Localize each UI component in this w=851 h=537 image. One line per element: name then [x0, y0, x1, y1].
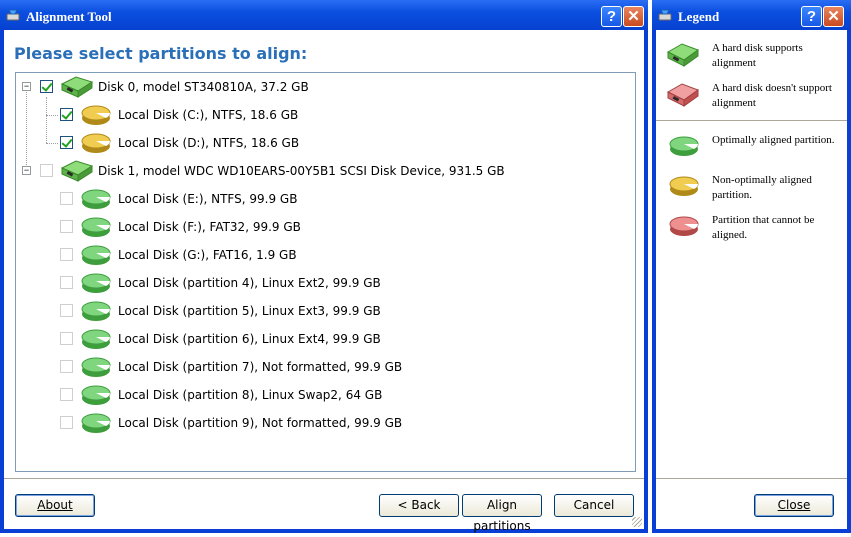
tree-item-label: Disk 0, model ST340810A, 37.2 GB — [98, 80, 309, 94]
tree-item-label: Disk 1, model WDC WD10EARS-00Y5B1 SCSI D… — [98, 164, 505, 178]
tree-partition-row[interactable]: Local Disk (C:), NTFS, 18.6 GB — [16, 101, 635, 129]
hard-disk-red-icon — [666, 83, 700, 107]
partition-green-icon — [80, 188, 112, 213]
partition-green-icon — [80, 272, 112, 297]
legend-text: Non-optimally aligned partition. — [712, 174, 812, 201]
help-button[interactable]: ? — [601, 6, 622, 27]
legend-app-icon — [658, 9, 672, 21]
tree-disk-row[interactable]: − Disk 0, model ST340810A, 37.2 GB — [16, 73, 635, 101]
alignment-app-icon — [6, 9, 20, 21]
tree-item-label: Local Disk (E:), NTFS, 99.9 GB — [118, 192, 298, 206]
hard-disk-icon — [60, 160, 94, 185]
legend-client-area: A hard disk supports alignment A hard di… — [656, 30, 847, 529]
legend-item-disk-supported: A hard disk supports alignment — [656, 38, 847, 74]
legend-item-cannot-align: Partition that cannot be aligned. — [656, 210, 847, 246]
main-client-area: Please select partitions to align: − Disk… — [4, 30, 644, 533]
tree-partition-row[interactable]: Local Disk (E:), NTFS, 99.9 GB — [16, 185, 635, 213]
back-button[interactable]: < Back — [379, 494, 459, 517]
partition-green-icon — [80, 412, 112, 437]
tree-item-label: Local Disk (F:), FAT32, 99.9 GB — [118, 220, 301, 234]
partition-checkbox[interactable] — [60, 108, 73, 121]
legend-divider — [656, 120, 847, 122]
hard-disk-icon — [60, 76, 94, 101]
partition-red-icon — [669, 216, 699, 236]
partition-checkbox[interactable] — [60, 276, 73, 289]
partition-tree[interactable]: − Disk 0, model ST340810A, 37.2 GB Local D… — [15, 72, 636, 472]
partition-green-icon — [80, 244, 112, 269]
align-partitions-button[interactable]: Align partitions — [462, 494, 542, 533]
tree-item-label: Local Disk (G:), FAT16, 1.9 GB — [118, 248, 297, 262]
partition-checkbox[interactable] — [60, 136, 73, 149]
partition-green-icon — [80, 328, 112, 353]
partition-checkbox[interactable] — [40, 80, 53, 93]
legend-item-non-optimal: Non-optimally aligned partition. — [656, 170, 847, 206]
legend-text: Partition that cannot be aligned. — [712, 214, 815, 241]
tree-partition-row[interactable]: Local Disk (G:), FAT16, 1.9 GB — [16, 241, 635, 269]
partition-green-icon — [80, 216, 112, 241]
tree-item-label: Local Disk (D:), NTFS, 18.6 GB — [118, 136, 300, 150]
main-titlebar[interactable]: Alignment Tool ? ✕ — [0, 0, 648, 30]
partition-green-icon — [80, 384, 112, 409]
legend-item-disk-unsupported: A hard disk doesn't support alignment — [656, 78, 847, 114]
partition-checkbox[interactable] — [60, 192, 73, 205]
alignment-tool-window: Alignment Tool ? ✕ Please select partiti… — [0, 0, 648, 533]
tree-item-label: Local Disk (C:), NTFS, 18.6 GB — [118, 108, 299, 122]
tree-item-label: Local Disk (partition 4), Linux Ext2, 99… — [118, 276, 381, 290]
collapse-toggle[interactable]: − — [22, 82, 31, 91]
partition-checkbox[interactable] — [60, 304, 73, 317]
tree-disk-row[interactable]: − Disk 1, model WDC WD10EARS-00Y5B1 SCSI … — [16, 157, 635, 185]
tree-item-label: Local Disk (partition 9), Not formatted,… — [118, 416, 403, 430]
tree-partition-row[interactable]: Local Disk (partition 7), Not formatted,… — [16, 353, 635, 381]
tree-partition-row[interactable]: Local Disk (partition 6), Linux Ext4, 99… — [16, 325, 635, 353]
partition-yellow-icon — [80, 132, 112, 157]
partition-checkbox[interactable] — [60, 360, 73, 373]
legend-item-optimal: Optimally aligned partition. — [656, 130, 847, 166]
legend-text: Optimally aligned partition. — [712, 134, 835, 146]
partition-checkbox[interactable] — [60, 220, 73, 233]
partition-green-icon — [80, 300, 112, 325]
partition-checkbox[interactable] — [60, 416, 73, 429]
about-button[interactable]: About — [15, 494, 95, 517]
footer-divider — [4, 478, 644, 480]
partition-green-icon — [669, 136, 699, 156]
tree-partition-row[interactable]: Local Disk (partition 9), Not formatted,… — [16, 409, 635, 437]
close-window-button[interactable]: ✕ — [623, 6, 644, 27]
partition-checkbox[interactable] — [60, 388, 73, 401]
tree-partition-row[interactable]: Local Disk (partition 8), Linux Swap2, 6… — [16, 381, 635, 409]
tree-partition-row[interactable]: Local Disk (F:), FAT32, 99.9 GB — [16, 213, 635, 241]
tree-partition-row[interactable]: Local Disk (D:), NTFS, 18.6 GB — [16, 129, 635, 157]
legend-close-button[interactable]: Close — [754, 494, 834, 517]
legend-titlebar[interactable]: Legend ? ✕ — [652, 0, 851, 30]
legend-title: Legend — [678, 9, 720, 24]
tree-item-label: Local Disk (partition 6), Linux Ext4, 99… — [118, 332, 381, 346]
tree-item-label: Local Disk (partition 8), Linux Swap2, 6… — [118, 388, 383, 402]
legend-text: A hard disk supports alignment — [712, 42, 803, 69]
collapse-toggle[interactable]: − — [22, 166, 31, 175]
partition-yellow-icon — [80, 104, 112, 129]
partition-checkbox[interactable] — [60, 332, 73, 345]
legend-text: A hard disk doesn't support alignment — [712, 82, 832, 109]
main-title: Alignment Tool — [26, 9, 112, 24]
resize-grip[interactable] — [632, 517, 642, 527]
legend-window: Legend ? ✕ A hard disk supports alignmen… — [652, 0, 851, 533]
partition-green-icon — [80, 356, 112, 381]
partition-checkbox[interactable] — [40, 164, 53, 177]
partition-yellow-icon — [669, 176, 699, 196]
hard-disk-green-icon — [666, 43, 700, 67]
page-title: Please select partitions to align: — [14, 44, 308, 63]
tree-item-label: Local Disk (partition 7), Not formatted,… — [118, 360, 403, 374]
legend-footer-divider — [656, 478, 847, 480]
partition-checkbox[interactable] — [60, 248, 73, 261]
cancel-button[interactable]: Cancel — [554, 494, 634, 517]
tree-partition-row[interactable]: Local Disk (partition 5), Linux Ext3, 99… — [16, 297, 635, 325]
legend-close-window-button[interactable]: ✕ — [823, 6, 844, 27]
tree-partition-row[interactable]: Local Disk (partition 4), Linux Ext2, 99… — [16, 269, 635, 297]
tree-item-label: Local Disk (partition 5), Linux Ext3, 99… — [118, 304, 381, 318]
legend-help-button[interactable]: ? — [801, 6, 822, 27]
